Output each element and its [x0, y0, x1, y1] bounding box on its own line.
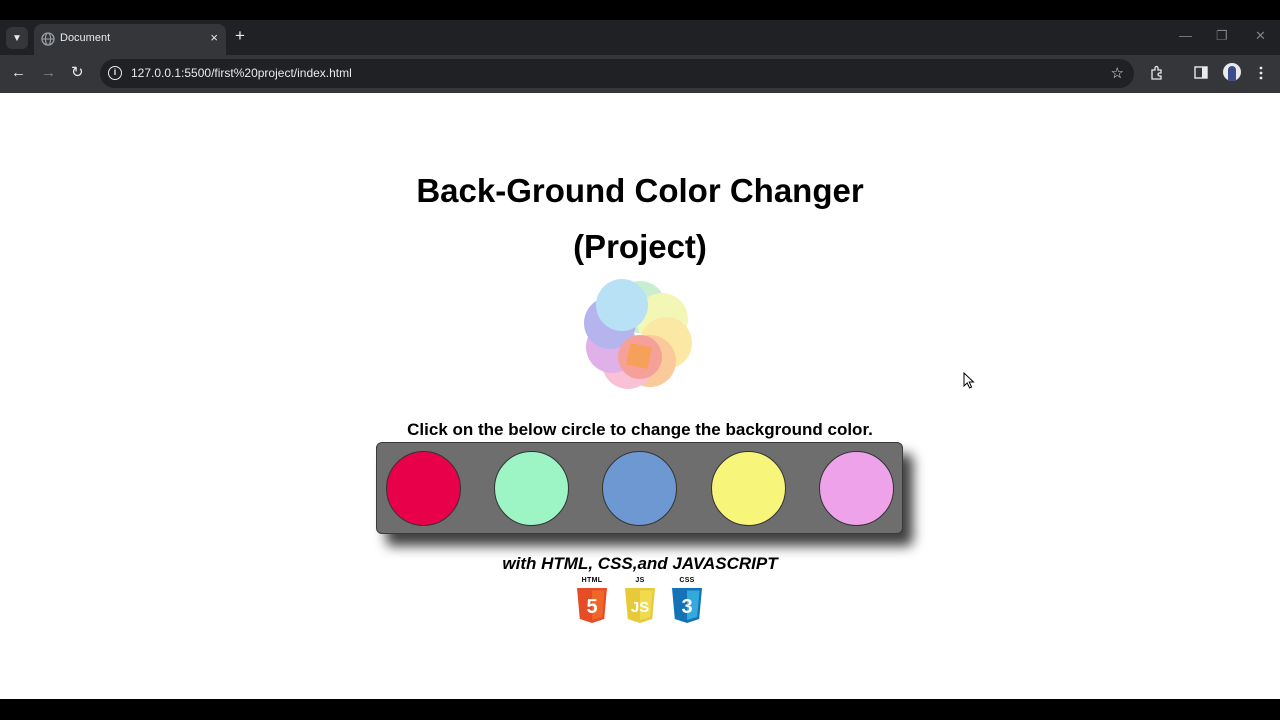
- page-title-line2: (Project): [573, 228, 707, 265]
- instruction-text: Click on the below circle to change the …: [407, 420, 873, 439]
- swatch-yellow[interactable]: [711, 451, 786, 526]
- html-logo-label: HTML: [581, 577, 603, 584]
- css-logo-label: CSS: [679, 577, 695, 584]
- forward-icon[interactable]: →: [41, 64, 56, 82]
- info-icon[interactable]: i: [108, 66, 122, 80]
- html5-icon: 5: [577, 588, 607, 623]
- minimize-icon[interactable]: —: [1179, 29, 1192, 43]
- swatch-mint[interactable]: [494, 451, 569, 526]
- maximize-icon[interactable]: ❐: [1216, 29, 1228, 43]
- html5-logo: HTML 5: [575, 577, 609, 625]
- css3-logo: CSS 3: [670, 577, 704, 625]
- avatar[interactable]: [1223, 63, 1241, 81]
- extensions-icon[interactable]: [1150, 65, 1165, 80]
- url-text[interactable]: 127.0.0.1:5500/first%20project/index.htm…: [131, 66, 352, 80]
- swatch-blue[interactable]: [602, 451, 677, 526]
- screen: ▼ Document × + — ❐ ✕ ← → ↻ i 127.0.0.1:5…: [0, 0, 1280, 720]
- color-flower-icon: [584, 279, 692, 389]
- html-logo-number: 5: [586, 596, 597, 618]
- css-logo-number: 3: [681, 596, 692, 618]
- back-icon[interactable]: ←: [11, 64, 26, 82]
- tab-list-icon[interactable]: ▼: [6, 27, 28, 49]
- tab-strip: ▼ Document × + — ❐ ✕: [0, 20, 1280, 55]
- browser-chrome: ▼ Document × + — ❐ ✕ ← → ↻ i 127.0.0.1:5…: [0, 20, 1280, 93]
- css3-icon: 3: [672, 588, 702, 623]
- js-logo-label: JS: [635, 577, 645, 584]
- window-close-icon[interactable]: ✕: [1255, 29, 1266, 43]
- page-title-line1: Back-Ground Color Changer: [416, 172, 864, 209]
- page-viewport: Back-Ground Color Changer (Project) Clic…: [0, 93, 1280, 699]
- tagline-text: with HTML, CSS,and JAVASCRIPT: [502, 554, 778, 573]
- tab-document[interactable]: Document ×: [34, 24, 226, 55]
- swatch-red[interactable]: [386, 451, 461, 526]
- plus-icon[interactable]: +: [235, 27, 245, 45]
- close-icon[interactable]: ×: [210, 31, 218, 45]
- color-palette: [376, 442, 903, 534]
- js-logo-number: JS: [631, 599, 649, 616]
- reload-icon[interactable]: ↻: [71, 64, 84, 82]
- mouse-cursor-icon: [963, 372, 975, 389]
- browser-toolbar: ← → ↻ i 127.0.0.1:5500/first%20project/i…: [0, 55, 1280, 93]
- tab-title: Document: [60, 32, 111, 44]
- js-icon: JS: [625, 588, 655, 623]
- side-panel-icon[interactable]: [1194, 66, 1208, 79]
- page-title: Back-Ground Color Changer (Project): [0, 163, 1280, 275]
- address-bar[interactable]: i 127.0.0.1:5500/first%20project/index.h…: [100, 59, 1134, 88]
- js-logo: JS JS: [623, 577, 657, 625]
- swatch-pink[interactable]: [819, 451, 894, 526]
- menu-icon[interactable]: [1258, 66, 1264, 80]
- star-icon[interactable]: ☆: [1111, 64, 1124, 82]
- globe-icon: [41, 32, 55, 46]
